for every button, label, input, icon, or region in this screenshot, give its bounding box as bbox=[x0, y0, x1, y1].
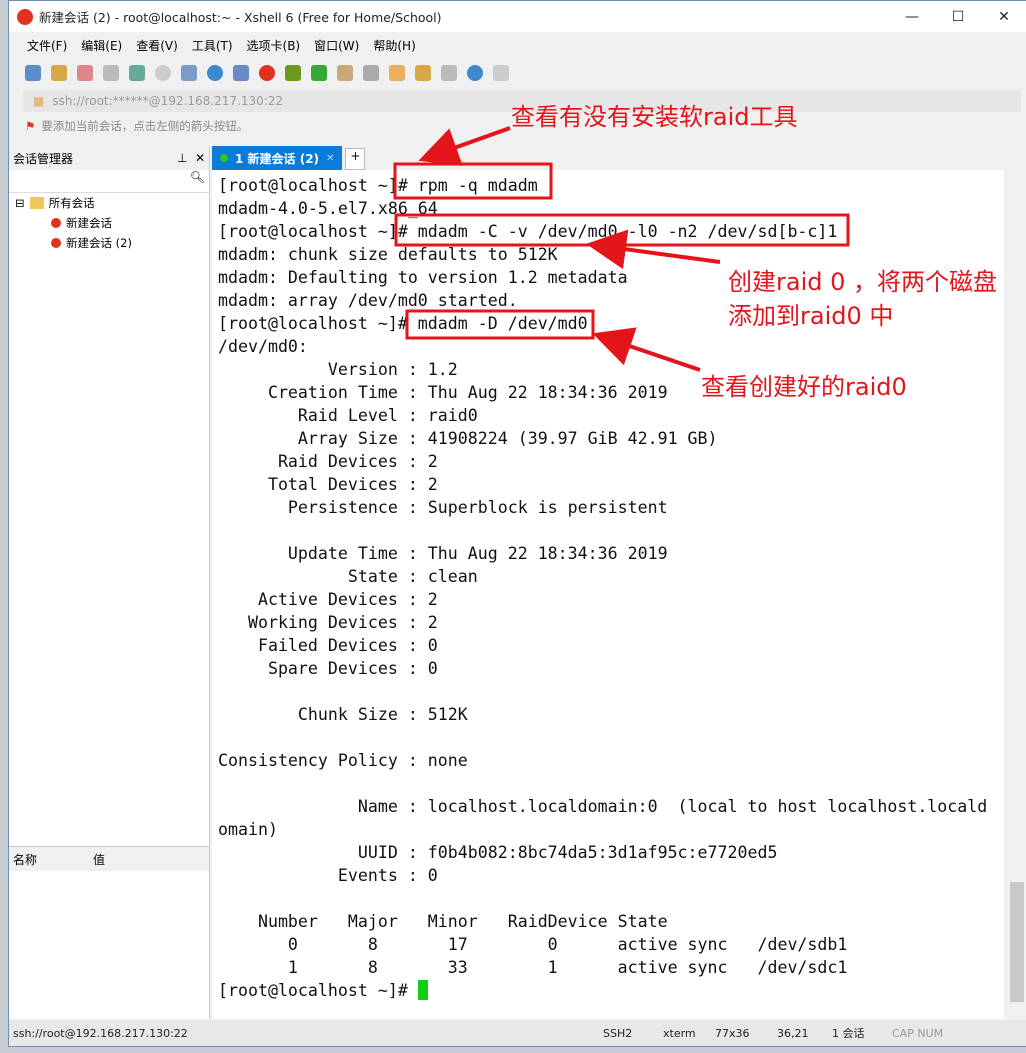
arrow-3 bbox=[592, 327, 701, 372]
annotation-view-raid: 查看创建好的raid0 bbox=[701, 373, 907, 401]
highlight-box-detail bbox=[405, 309, 595, 340]
highlight-box-create bbox=[394, 213, 850, 247]
arrow-1 bbox=[418, 126, 511, 167]
annotation-overlay bbox=[393, 126, 850, 372]
highlight-box-rpm bbox=[393, 162, 553, 200]
annotation-check-install: 查看有没有安装软raid工具 bbox=[511, 103, 798, 131]
annotation-create-raid: 创建raid 0 ，将两个磁盘 bbox=[728, 268, 998, 296]
annotation-create-raid-2: 添加到raid0 中 bbox=[728, 302, 894, 330]
arrow-2 bbox=[586, 229, 721, 270]
